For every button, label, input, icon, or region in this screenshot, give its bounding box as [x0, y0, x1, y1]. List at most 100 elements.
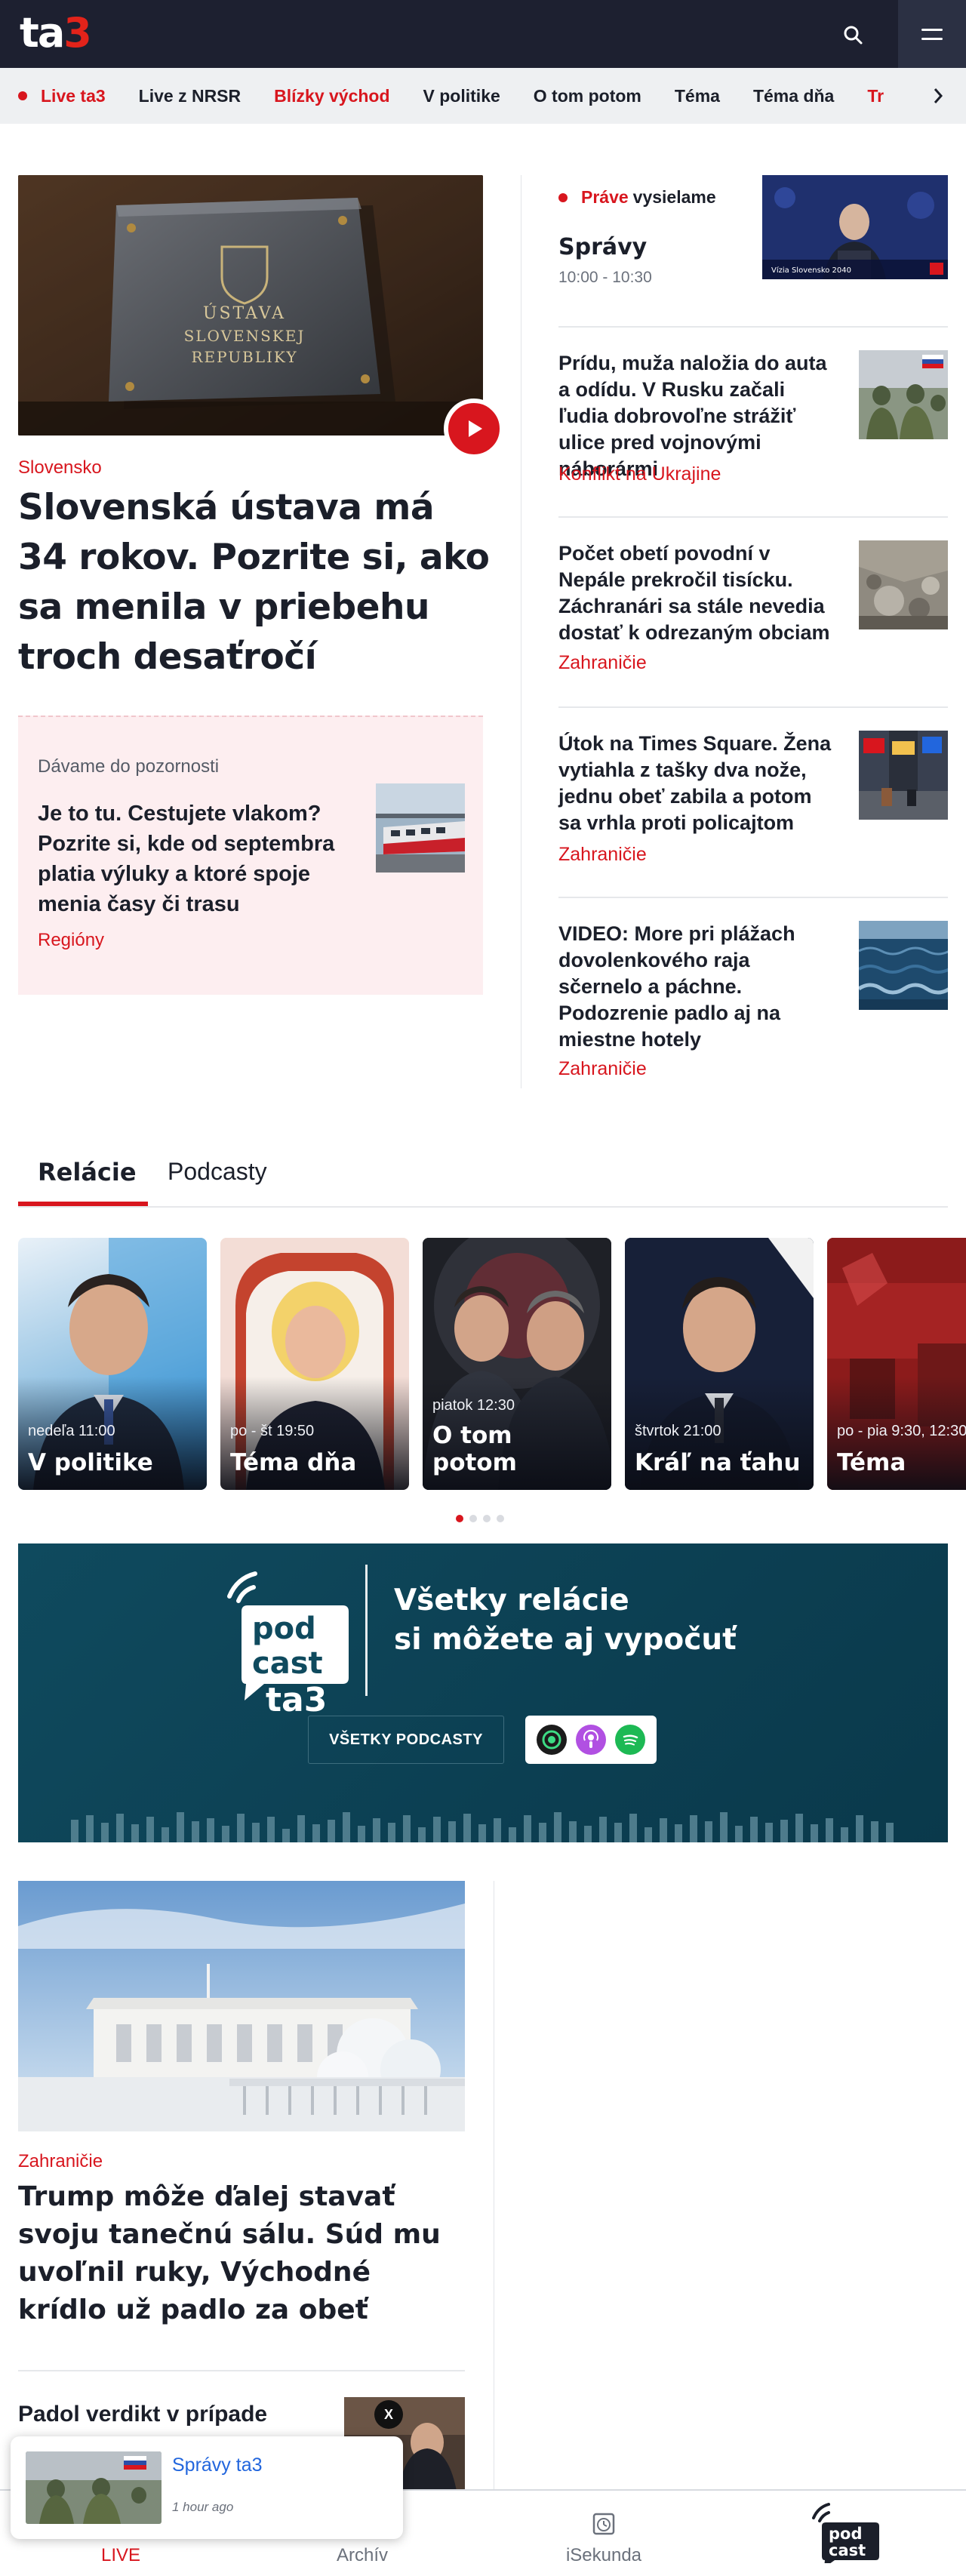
- nav-item-tema[interactable]: Téma: [658, 86, 737, 106]
- side-article-title[interactable]: Počet obetí povodní v Nepále prekročil t…: [558, 540, 838, 646]
- attention-title[interactable]: Je to tu. Cestujete vlakom? Pozrite si, …: [38, 799, 362, 919]
- show-schedule: nedeľa 11:00: [28, 1423, 115, 1439]
- carousel-dot[interactable]: [469, 1515, 477, 1522]
- carousel-dot[interactable]: [497, 1515, 504, 1522]
- bottom-nav-isekunda[interactable]: iSekunda: [483, 2491, 724, 2576]
- svg-text:ta3: ta3: [266, 1681, 327, 1717]
- side-article-1[interactable]: Prídu, muža naložia do auta a odídu. V R…: [558, 326, 948, 516]
- show-card-o-tom-potom[interactable]: piatok 12:30 O tom potom: [423, 1238, 611, 1490]
- nav-item-live-ta3[interactable]: Live ta3: [18, 86, 122, 106]
- article-image-white-house[interactable]: [18, 1881, 465, 2131]
- show-card-tema-dna[interactable]: po - št 19:50 Téma dňa: [220, 1238, 409, 1490]
- carousel-dot[interactable]: [456, 1515, 463, 1522]
- flood-thumbnail[interactable]: [859, 540, 948, 629]
- side-article-title[interactable]: Útok na Times Square. Žena vytiahla z ta…: [558, 731, 838, 836]
- now-live-show[interactable]: Správy: [558, 234, 647, 260]
- side-article-category[interactable]: Zahraničie: [558, 844, 647, 866]
- menu-line: [921, 37, 943, 40]
- chevron-right-icon: [934, 88, 943, 103]
- hero-play-button[interactable]: [444, 399, 504, 459]
- carousel-dots[interactable]: [456, 1515, 504, 1522]
- attention-category[interactable]: Regióny: [38, 930, 104, 951]
- show-card-kral-na-tahu[interactable]: štvrtok 21:00 Kráľ na ťahu: [625, 1238, 814, 1490]
- hero-image[interactable]: ÚSTAVA SLOVENSKEJ REPUBLIKY: [18, 175, 483, 435]
- article-second-title[interactable]: Padol verdikt v prípade: [18, 2402, 320, 2427]
- tab-relacie[interactable]: Relácie: [38, 1158, 137, 1186]
- attention-box[interactable]: Dávame do pozornosti Je to tu. Cestujete…: [18, 716, 483, 995]
- mini-player-thumbnail[interactable]: [26, 2451, 162, 2524]
- carousel-dot[interactable]: [483, 1515, 491, 1522]
- nav-item-tema-dna[interactable]: Téma dňa: [737, 86, 851, 106]
- nav-item-live-nrsr[interactable]: Live z NRSR: [122, 86, 257, 106]
- mini-player-close-button[interactable]: X: [374, 2400, 403, 2429]
- svg-text:SLOVENSKEJ: SLOVENSKEJ: [184, 327, 306, 345]
- podcast-banner: pod cast ta3 Všetky relácie si môžete aj…: [18, 1543, 948, 1842]
- podcast-heading: Všetky relácie si môžete aj vypočuť: [394, 1583, 737, 1657]
- now-live-block[interactable]: Práve vysielame Správy 10:00 - 10:30 Vízi…: [558, 175, 948, 326]
- side-article-2[interactable]: Počet obetí povodní v Nepále prekročil t…: [558, 516, 948, 706]
- bottom-nav-podcast[interactable]: pod cast: [724, 2491, 966, 2576]
- svg-text:pod: pod: [829, 2525, 863, 2543]
- attention-label: Dávame do pozornosti: [38, 756, 220, 777]
- clock-icon: [589, 2509, 619, 2539]
- ta3-logo[interactable]: ta3: [20, 11, 92, 56]
- podcast-ta3-logo: pod cast ta3: [227, 1571, 349, 1717]
- all-podcasts-button[interactable]: VŠETKY PODCASTY: [308, 1716, 504, 1764]
- play-icon: [469, 420, 482, 437]
- spotify-icon[interactable]: [615, 1725, 645, 1755]
- top-header: ta3: [0, 0, 966, 68]
- live-dot-icon: [558, 192, 568, 202]
- svg-text:cast: cast: [829, 2541, 866, 2559]
- nav-item-v-politike[interactable]: V politike: [407, 86, 517, 106]
- google-podcasts-icon[interactable]: [537, 1725, 567, 1755]
- show-name[interactable]: V politike: [28, 1449, 153, 1476]
- side-article-category[interactable]: Konflikt na Ukrajine: [558, 463, 721, 485]
- svg-text:pod: pod: [252, 1611, 316, 1646]
- times-square-thumbnail[interactable]: [859, 731, 948, 820]
- live-stream-thumbnail[interactable]: Vízia Slovensko 2040: [762, 175, 948, 279]
- bottom-nav-label: Archív: [336, 2545, 388, 2565]
- tab-podcasty[interactable]: Podcasty: [168, 1158, 267, 1186]
- side-article-category[interactable]: Zahraničie: [558, 652, 647, 674]
- shows-carousel[interactable]: nedeľa 11:00 V politike po - št 19:50 Té…: [18, 1238, 966, 1490]
- nav-item-blizky-vychod[interactable]: Blízky východ: [257, 86, 406, 106]
- show-card-v-politike[interactable]: nedeľa 11:00 V politike: [18, 1238, 207, 1490]
- show-schedule: piatok 12:30: [432, 1397, 515, 1414]
- podcast-divider: [365, 1565, 368, 1696]
- nav-item-o-tom-potom[interactable]: O tom potom: [517, 86, 658, 106]
- show-name[interactable]: O tom potom: [432, 1422, 583, 1476]
- nav-scroll-right-button[interactable]: [927, 85, 949, 107]
- live-dot-icon: [18, 91, 27, 100]
- side-article-title[interactable]: Prídu, muža naložia do auta a odídu. V R…: [558, 350, 838, 482]
- train-thumbnail[interactable]: [376, 783, 465, 873]
- search-icon: [844, 26, 863, 45]
- hamburger-menu-button[interactable]: [898, 0, 966, 68]
- show-name[interactable]: Téma dňa: [230, 1449, 356, 1476]
- live-thumb-caption: Vízia Slovensko 2040: [771, 266, 851, 275]
- mini-player-time: 1 hour ago: [172, 2500, 234, 2514]
- apple-podcasts-icon[interactable]: [576, 1725, 606, 1755]
- now-live-label: Práve vysielame: [558, 187, 716, 208]
- hero-category[interactable]: Slovensko: [18, 457, 102, 479]
- topic-nav: Live ta3 Live z NRSR Blízky východ V pol…: [0, 68, 966, 124]
- article-title[interactable]: Trump môže ďalej stavať svoju tanečnú sá…: [18, 2178, 465, 2329]
- side-article-4[interactable]: VIDEO: More pri plážach dovolenkového ra…: [558, 897, 948, 1088]
- mini-player-title[interactable]: Správy ta3: [172, 2454, 263, 2476]
- mini-player[interactable]: Správy ta3 1 hour ago: [11, 2436, 403, 2539]
- bottom-nav-label: LIVE: [100, 2545, 141, 2565]
- side-article-3[interactable]: Útok na Times Square. Žena vytiahla z ta…: [558, 706, 948, 897]
- article-category[interactable]: Zahraničie: [18, 2151, 103, 2172]
- side-article-category[interactable]: Zahraničie: [558, 1058, 647, 1080]
- sound-wave-decoration: [71, 1812, 894, 1842]
- hero-title[interactable]: Slovenská ústava má 34 rokov. Pozrite si…: [18, 483, 494, 682]
- now-live-time: 10:00 - 10:30: [558, 269, 652, 286]
- search-button[interactable]: [833, 15, 872, 54]
- show-schedule: po - št 19:50: [230, 1423, 315, 1439]
- sea-thumbnail[interactable]: [859, 921, 948, 1010]
- soldiers-thumbnail[interactable]: [859, 350, 948, 439]
- show-card-tema[interactable]: po - pia 9:30, 12:30 Téma: [827, 1238, 966, 1490]
- side-article-title[interactable]: VIDEO: More pri plážach dovolenkového ra…: [558, 921, 838, 1053]
- show-name[interactable]: Téma: [837, 1449, 906, 1476]
- show-schedule: štvrtok 21:00: [635, 1423, 721, 1439]
- show-name[interactable]: Kráľ na ťahu: [635, 1449, 801, 1476]
